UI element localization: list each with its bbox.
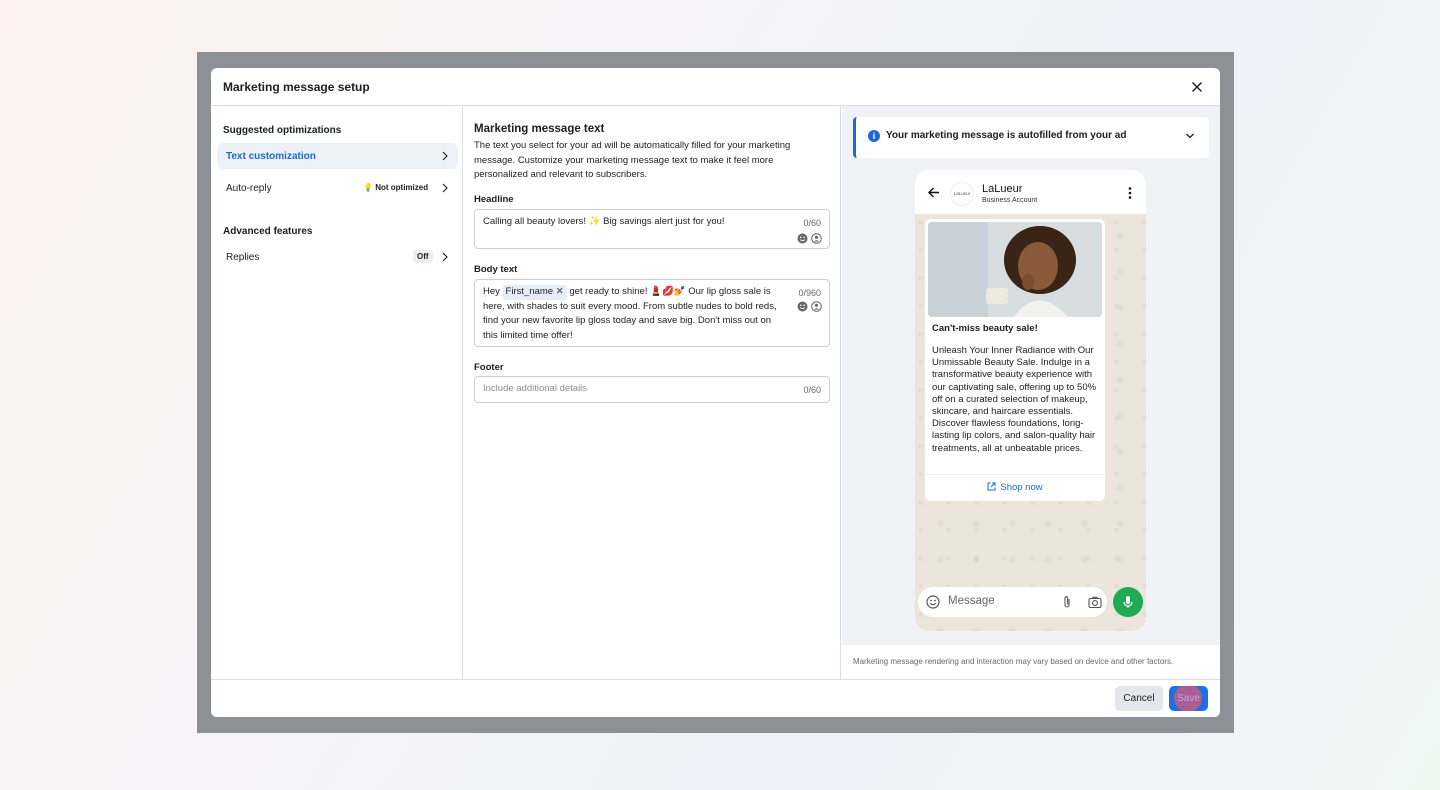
- first-name-token[interactable]: First_name ✕: [502, 285, 567, 300]
- headline-value: Calling all beauty lovers! ✨ Big savings…: [483, 216, 725, 227]
- dialog-title: Marketing message setup: [223, 80, 370, 94]
- message-bubble: Can't-miss beauty sale! Unleash Your Inn…: [925, 219, 1105, 501]
- message-composer[interactable]: Message: [918, 587, 1107, 617]
- sidebar-item-replies[interactable]: Replies Off: [217, 244, 458, 270]
- external-link-icon: [987, 482, 996, 491]
- cancel-button[interactable]: Cancel: [1115, 686, 1163, 711]
- chat-header: LaLueur LaLueur Business Account: [915, 170, 1146, 214]
- message-placeholder: Message: [948, 595, 995, 607]
- brand-avatar: LaLueur: [950, 182, 974, 206]
- attachment-icon[interactable]: [1061, 595, 1073, 609]
- footer-placeholder: Include additional details: [483, 383, 588, 394]
- section-title: Marketing message text: [474, 123, 605, 135]
- message-image: [928, 222, 1102, 317]
- chevron-right-icon: [442, 151, 448, 161]
- headline-label: Headline: [474, 194, 514, 205]
- message-preview-panel: i Your marketing message is autofilled f…: [842, 106, 1220, 679]
- message-text-panel: Marketing message text The text you sele…: [463, 106, 841, 679]
- brand-name: LaLueur: [982, 183, 1023, 195]
- business-account-label: Business Account: [982, 197, 1038, 204]
- suggested-optimizations-heading: Suggested optimizations: [223, 125, 342, 136]
- section-description: The text you select for your ad will be …: [474, 140, 791, 180]
- sidebar-item-text-customization[interactable]: Text customization: [217, 143, 458, 169]
- camera-icon[interactable]: [1088, 595, 1102, 609]
- sidebar-item-label: Auto-reply: [226, 182, 272, 194]
- not-optimized-badge: 💡 Not optimized: [363, 183, 429, 192]
- personalize-icon[interactable]: [811, 301, 822, 312]
- message-body: Unleash Your Inner Radiance with Our Unm…: [932, 345, 1097, 454]
- close-icon: [1192, 82, 1202, 92]
- body-text-value: Hey First_name ✕ get ready to shine! 💄💋💅…: [483, 285, 777, 341]
- marketing-message-setup-dialog: Marketing message setup Suggested optimi…: [211, 68, 1220, 717]
- shop-now-link[interactable]: Shop now: [925, 482, 1105, 493]
- body-text-label: Body text: [474, 264, 518, 275]
- lightbulb-icon: 💡: [363, 183, 373, 192]
- message-headline: Can't-miss beauty sale!: [932, 323, 1038, 334]
- sidebar-item-label: Text customization: [226, 150, 316, 162]
- chevron-right-icon: [442, 183, 448, 193]
- sidebar-item-auto-reply[interactable]: Auto-reply 💡 Not optimized: [217, 175, 458, 201]
- back-arrow-icon: [928, 187, 939, 198]
- close-button[interactable]: [1188, 78, 1206, 96]
- banner-text: Your marketing message is autofilled fro…: [886, 130, 1127, 141]
- advanced-features-heading: Advanced features: [223, 226, 313, 237]
- footer-field[interactable]: Include additional details 0/60: [474, 376, 830, 403]
- chevron-right-icon: [442, 252, 448, 262]
- headline-counter: 0/60: [803, 218, 821, 228]
- save-button[interactable]: Save: [1169, 686, 1208, 711]
- more-options-icon: [1128, 187, 1132, 199]
- headline-field[interactable]: Calling all beauty lovers! ✨ Big savings…: [474, 209, 830, 249]
- autofill-info-banner[interactable]: i Your marketing message is autofilled f…: [853, 117, 1209, 158]
- sidebar-item-label: Replies: [226, 251, 260, 263]
- dialog-header: Marketing message setup: [211, 68, 1220, 106]
- divider: [925, 474, 1105, 475]
- emoji-icon[interactable]: [797, 233, 808, 244]
- phone-preview: LaLueur LaLueur Business Account Can't-m…: [915, 170, 1146, 631]
- body-text-counter: 0/960: [798, 288, 821, 298]
- rendering-disclaimer: Marketing message rendering and interact…: [853, 657, 1174, 666]
- emoji-icon[interactable]: [797, 301, 808, 312]
- emoji-icon[interactable]: [926, 595, 940, 609]
- body-text-field[interactable]: Hey First_name ✕ get ready to shine! 💄💋💅…: [474, 279, 830, 347]
- chevron-down-icon[interactable]: [1185, 131, 1195, 141]
- personalize-icon[interactable]: [811, 233, 822, 244]
- optimizations-sidebar: Suggested optimizations Text customizati…: [211, 106, 463, 679]
- disclaimer-bar: Marketing message rendering and interact…: [842, 645, 1220, 679]
- off-badge: Off: [413, 250, 433, 263]
- voice-message-button[interactable]: [1113, 587, 1143, 617]
- footer-label: Footer: [474, 362, 504, 373]
- info-icon: i: [868, 130, 880, 142]
- footer-counter: 0/60: [803, 385, 821, 395]
- microphone-icon: [1123, 596, 1133, 608]
- remove-token-icon[interactable]: ✕: [556, 286, 564, 297]
- dialog-footer: Cancel Save: [211, 679, 1220, 717]
